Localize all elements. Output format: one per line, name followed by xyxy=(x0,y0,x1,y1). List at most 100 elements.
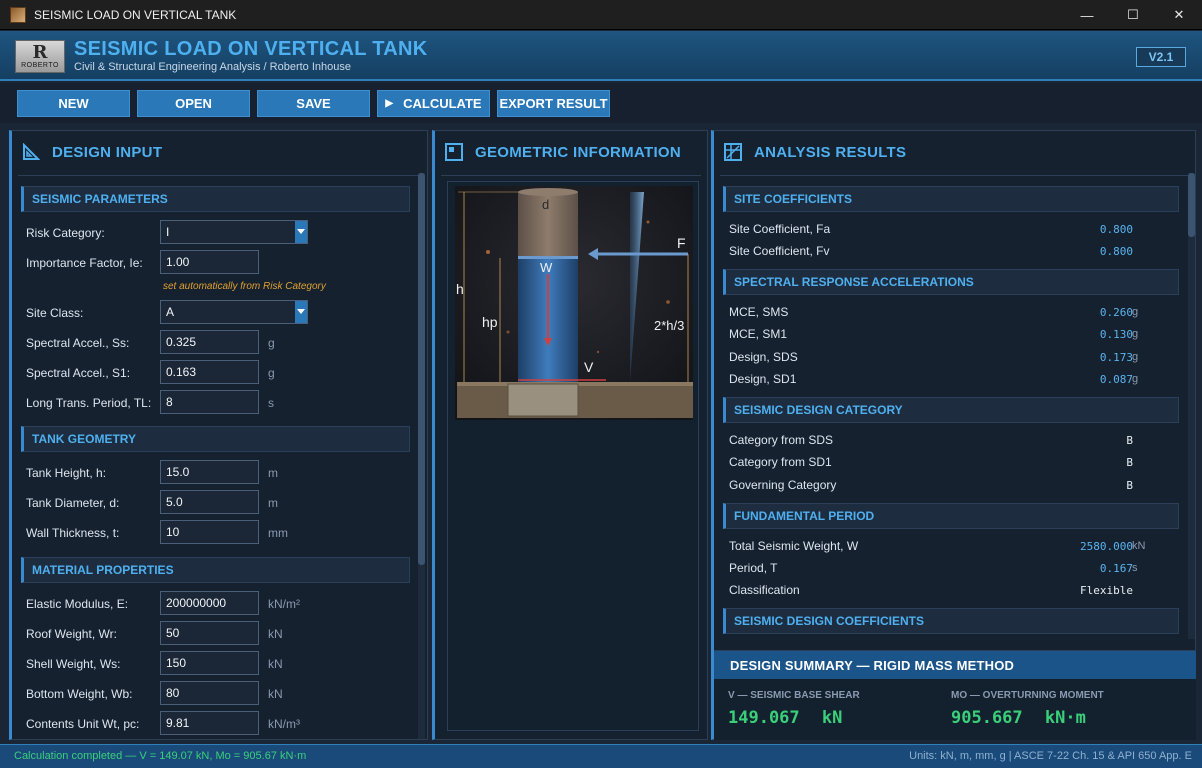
ruler-triangle-icon xyxy=(22,143,40,161)
tank-diameter-field[interactable]: 5.0 xyxy=(160,490,259,514)
diagram-label-d: d xyxy=(542,197,549,212)
base-shear-unit: kN xyxy=(821,708,843,728)
base-shear-value: 149.067 kN xyxy=(728,708,842,728)
bottom-weight-field[interactable]: 80 xyxy=(160,681,259,705)
sds-unit: g xyxy=(1132,351,1139,363)
ss-field[interactable]: 0.325 xyxy=(160,330,259,354)
tl-field[interactable]: 8 xyxy=(160,390,259,414)
roof-weight-unit: kN xyxy=(268,627,283,641)
input-scrollbar[interactable] xyxy=(418,173,425,739)
app-header: R ROBERTO SEISMIC LOAD ON VERTICAL TANK … xyxy=(0,31,1202,81)
status-message: Calculation completed — V = 149.07 kN, M… xyxy=(14,750,307,762)
category-sd1-label: Category from SD1 xyxy=(729,455,832,469)
input-scrollbar-thumb[interactable] xyxy=(418,173,425,565)
fv-label: Site Coefficient, Fv xyxy=(729,244,830,258)
export-button[interactable]: EXPORT RESULT xyxy=(497,90,610,117)
site-class-value: A xyxy=(166,305,175,319)
contents-unit-weight-field[interactable]: 9.81 xyxy=(160,711,259,735)
bottom-weight-unit: kN xyxy=(268,687,283,701)
overturning-moment-number: 905.667 xyxy=(951,708,1023,728)
sds-label: Design, SDS xyxy=(729,350,798,364)
sd1-value: 0.087 xyxy=(1099,373,1133,386)
new-button[interactable]: NEW xyxy=(17,90,130,117)
tank-height-unit: m xyxy=(268,466,278,480)
status-bar: Calculation completed — V = 149.07 kN, M… xyxy=(0,744,1202,768)
section-seismic-design-category: SEISMIC DESIGN CATEGORY xyxy=(723,397,1179,423)
sds-value: 0.173 xyxy=(1099,351,1133,364)
tl-label: Long Trans. Period, TL: xyxy=(26,396,152,410)
elastic-modulus-label: Elastic Modulus, E: xyxy=(26,597,129,611)
risk-category-value: I xyxy=(166,225,170,239)
shell-weight-field[interactable]: 150 xyxy=(160,651,259,675)
calculate-button[interactable]: ▶ CALCULATE xyxy=(377,90,490,117)
importance-factor-field[interactable]: 1.00 xyxy=(160,250,259,274)
overturning-moment-value: 905.667 kN·m xyxy=(951,708,1086,728)
importance-factor-label: Importance Factor, Ie: xyxy=(26,256,143,270)
diagram-label-hp: hp xyxy=(482,314,498,330)
period-value: 0.167 xyxy=(1099,562,1133,575)
toolbar: NEW OPEN SAVE ▶ CALCULATE EXPORT RESULT xyxy=(0,83,1202,123)
results-scrollbar-thumb[interactable] xyxy=(1188,173,1195,237)
risk-category-select[interactable]: I xyxy=(160,220,308,244)
fv-value: 0.800 xyxy=(1099,245,1133,258)
fa-label: Site Coefficient, Fa xyxy=(729,222,831,236)
section-seismic-design-coefficients: SEISMIC DESIGN COEFFICIENTS xyxy=(723,608,1179,634)
governing-category-value: B xyxy=(1126,479,1133,492)
panel-title: DESIGN INPUT xyxy=(52,143,163,161)
summary-title: DESIGN SUMMARY — RIGID MASS METHOD xyxy=(714,651,1196,679)
tank-diagram: d h hp W V F 2*h/3 xyxy=(455,186,693,420)
roof-weight-field[interactable]: 50 xyxy=(160,621,259,645)
close-button[interactable]: ✕ xyxy=(1156,0,1202,30)
version-badge: V2.1 xyxy=(1136,47,1186,67)
importance-factor-hint: set automatically from Risk Category xyxy=(163,281,326,292)
app-subtitle: Civil & Structural Engineering Analysis … xyxy=(74,61,351,73)
wall-thickness-label: Wall Thickness, t: xyxy=(26,526,120,540)
s1-field[interactable]: 0.163 xyxy=(160,360,259,384)
diagram-label-h: h xyxy=(456,281,464,297)
sms-unit: g xyxy=(1132,306,1139,318)
tank-diagram-frame: d h hp W V F 2*h/3 xyxy=(447,181,699,731)
section-material-properties: MATERIAL PROPERTIES xyxy=(21,557,410,583)
minimize-button[interactable]: — xyxy=(1064,0,1110,30)
sms-value: 0.260 xyxy=(1099,306,1133,319)
calculate-label: CALCULATE xyxy=(403,96,482,111)
category-sd1-value: B xyxy=(1126,456,1133,469)
ss-unit: g xyxy=(268,336,275,350)
contents-unit-weight-label: Contents Unit Wt, pc: xyxy=(26,717,140,731)
results-scrollbar[interactable] xyxy=(1188,173,1195,639)
s1-label: Spectral Accel., S1: xyxy=(26,366,131,380)
period-label: Period, T xyxy=(729,561,778,575)
window-title: SEISMIC LOAD ON VERTICAL TANK xyxy=(34,7,237,22)
open-button[interactable]: OPEN xyxy=(137,90,250,117)
sd1-label: Design, SD1 xyxy=(729,372,797,386)
wall-thickness-field[interactable]: 10 xyxy=(160,520,259,544)
tank-height-field[interactable]: 15.0 xyxy=(160,460,259,484)
diagram-label-v: V xyxy=(584,359,594,375)
maximize-button[interactable]: ☐ xyxy=(1110,0,1156,30)
seismic-weight-unit: kN xyxy=(1132,540,1146,552)
elastic-modulus-unit: kN/m² xyxy=(268,597,300,611)
tank-height-label: Tank Height, h: xyxy=(26,466,107,480)
site-class-select[interactable]: A xyxy=(160,300,308,324)
logo-mark: R xyxy=(32,41,48,63)
base-shear-number: 149.067 xyxy=(728,708,800,728)
chevron-down-icon[interactable] xyxy=(295,221,307,243)
save-button[interactable]: SAVE xyxy=(257,90,370,117)
classification-value: Flexible xyxy=(1080,584,1133,597)
section-site-coefficients: SITE COEFFICIENTS xyxy=(723,186,1179,212)
section-seismic-parameters: SEISMIC PARAMETERS xyxy=(21,186,410,212)
design-input-panel: DESIGN INPUT SEISMIC PARAMETERS Risk Cat… xyxy=(9,130,428,740)
section-spectral-response: SPECTRAL RESPONSE ACCELERATIONS xyxy=(723,269,1179,295)
s1-unit: g xyxy=(268,366,275,380)
contents-unit-weight-unit: kN/m³ xyxy=(268,717,300,731)
sm1-label: MCE, SM1 xyxy=(729,327,788,341)
elastic-modulus-field[interactable]: 200000000 xyxy=(160,591,259,615)
design-summary: DESIGN SUMMARY — RIGID MASS METHOD V — S… xyxy=(714,650,1196,740)
diagram-label-2h3: 2*h/3 xyxy=(654,318,684,333)
chevron-down-icon[interactable] xyxy=(295,301,307,323)
category-sds-value: B xyxy=(1126,434,1133,447)
wall-thickness-unit: mm xyxy=(268,526,288,540)
sms-label: MCE, SMS xyxy=(729,305,789,319)
overturning-moment-unit: kN·m xyxy=(1044,708,1086,728)
play-icon: ▶ xyxy=(385,98,394,109)
